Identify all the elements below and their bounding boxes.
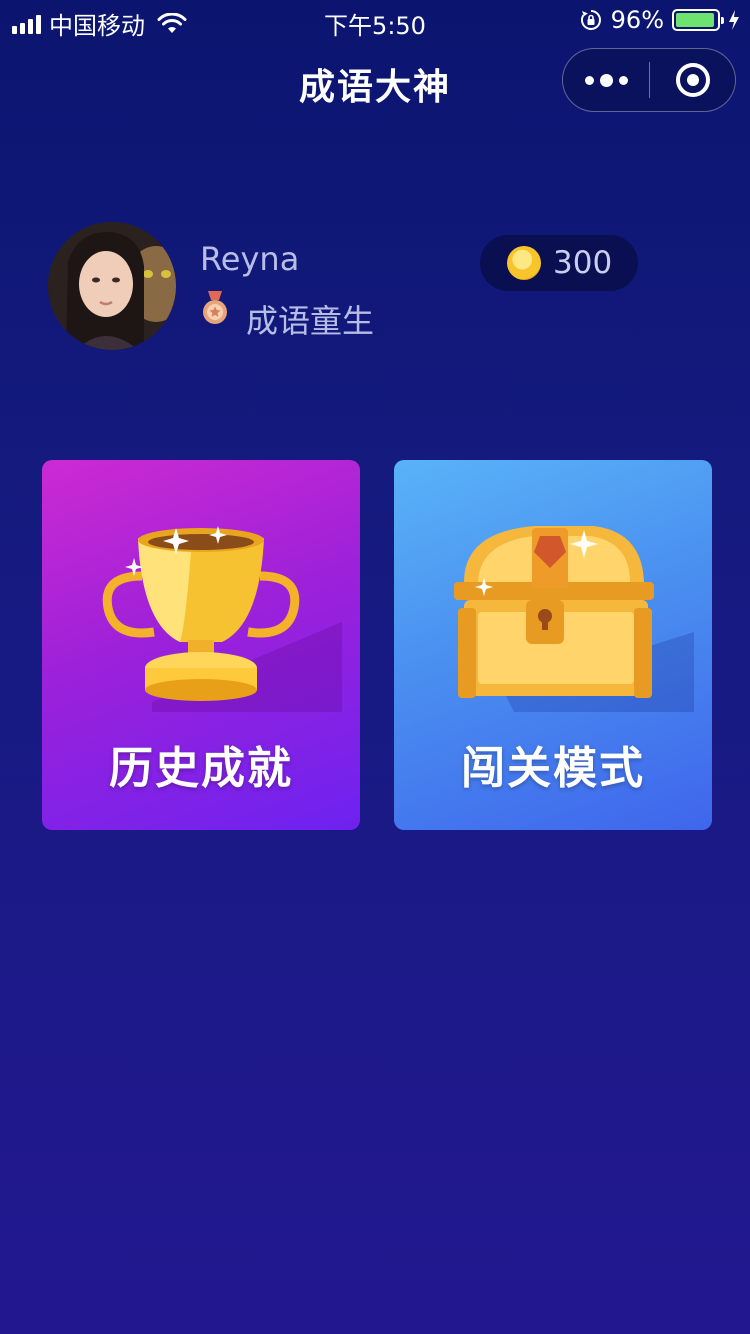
coin-count: 300: [553, 245, 613, 281]
more-dots-icon: [584, 75, 594, 85]
more-menu-button[interactable]: [563, 49, 649, 111]
trophy-icon: [102, 526, 342, 712]
coin-icon: [507, 246, 541, 280]
rank-title: 成语童生: [246, 302, 375, 340]
history-achievements-card[interactable]: 历史成就: [42, 460, 360, 830]
avatar-photo: [48, 222, 176, 350]
coin-balance[interactable]: 300: [480, 235, 638, 291]
target-close-icon: [675, 63, 710, 97]
close-program-button[interactable]: [650, 49, 735, 111]
status-right: 96%: [579, 6, 740, 34]
treasure-chest-icon: [454, 526, 694, 712]
battery-fill: [676, 13, 715, 27]
battery-icon: [672, 9, 724, 31]
rotation-lock-icon: [580, 10, 601, 30]
user-name: Reyna: [200, 240, 300, 278]
status-bar: 中国移动 下午5:50 96%: [0, 0, 750, 40]
level-mode-card[interactable]: 闯关模式: [394, 460, 712, 830]
mini-program-capsule: [562, 48, 736, 112]
charging-bolt-icon: [729, 10, 739, 30]
battery-percent: 96%: [610, 6, 664, 34]
medal-icon: [203, 291, 227, 324]
level-mode-label: 闯关模式: [461, 743, 645, 794]
avatar: [48, 222, 176, 350]
history-achievements-label: 历史成就: [109, 743, 293, 794]
